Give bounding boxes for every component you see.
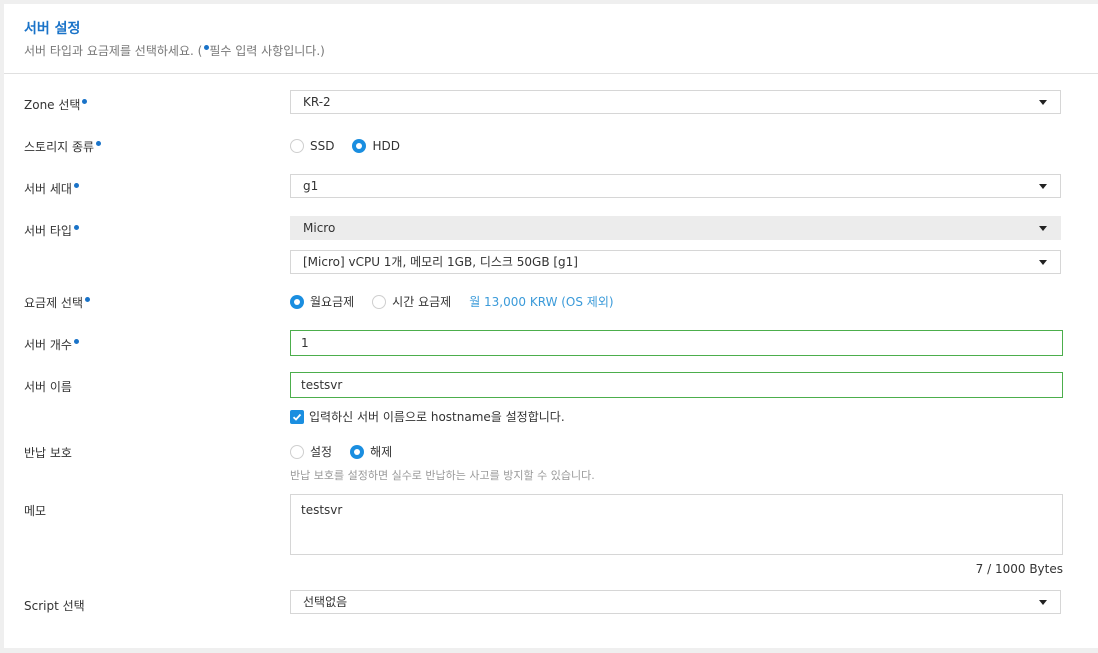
zone-select-value: KR-2: [303, 95, 331, 109]
hostname-checkbox-label[interactable]: 입력하신 서버 이름으로 hostname을 설정합니다.: [309, 408, 565, 425]
plan-radio-group: 월요금제 시간 요금제 월 13,000 KRW (OS 제외): [290, 293, 614, 309]
protection-radio-off[interactable]: [350, 444, 365, 459]
storage-radio-ssd[interactable]: [290, 138, 304, 153]
count-label: 서버 개수: [24, 336, 79, 353]
required-dot-icon: [73, 225, 79, 230]
generation-select[interactable]: g1: [290, 174, 1061, 198]
storage-option-hdd[interactable]: HDD: [372, 139, 400, 153]
protection-radio-on[interactable]: [290, 444, 304, 459]
zone-label-text: Zone 선택: [24, 98, 81, 112]
server-type-select-value: Micro: [303, 221, 336, 235]
hostname-checkbox[interactable]: [290, 409, 304, 424]
required-dot-icon: [73, 183, 79, 188]
required-dot-icon: [96, 141, 102, 146]
subtitle-prefix: 서버 타입과 요금제를 선택하세요. (: [24, 44, 203, 58]
plan-radio-hourly[interactable]: [372, 294, 387, 309]
hostname-checkbox-row: 입력하신 서버 이름으로 hostname을 설정합니다.: [290, 408, 565, 424]
server-type-label: 서버 타입: [24, 222, 79, 239]
zone-select[interactable]: KR-2: [290, 90, 1061, 114]
server-name-input[interactable]: testsvr: [290, 372, 1063, 398]
required-dot-icon: [85, 297, 91, 302]
subtitle-suffix: 필수 입력 사항입니다.): [209, 44, 325, 58]
server-spec-select-value: [Micro] vCPU 1개, 메모리 1GB, 디스크 50GB [g1]: [303, 255, 578, 269]
storage-radio-hdd[interactable]: [352, 138, 367, 153]
panel-header: 서버 설정 서버 타입과 요금제를 선택하세요. ( 필수 입력 사항입니다.): [4, 4, 1098, 74]
storage-label: 스토리지 종류: [24, 138, 102, 155]
memo-byte-count: 7 / 1000 Bytes: [975, 562, 1063, 576]
script-label: Script 선택: [24, 599, 85, 613]
server-type-select[interactable]: Micro: [290, 216, 1061, 240]
memo-label: 메모: [24, 504, 47, 518]
page-title: 서버 설정: [24, 21, 81, 37]
generation-select-value: g1: [303, 179, 319, 193]
storage-radio-group: SSD HDD: [290, 138, 418, 154]
server-settings-panel: 서버 설정 서버 타입과 요금제를 선택하세요. (필수 입력 사항입니다.) …: [4, 4, 1098, 648]
plan-label: 요금제 선택: [24, 294, 91, 311]
plan-label-text: 요금제 선택: [24, 296, 84, 310]
count-label-text: 서버 개수: [24, 338, 72, 352]
checkmark-icon: [292, 413, 302, 421]
protection-option-off[interactable]: 해제: [370, 443, 392, 460]
memo-textarea[interactable]: testsvr: [290, 494, 1063, 555]
required-dot-icon: [82, 99, 88, 104]
zone-label: Zone 선택: [24, 96, 88, 113]
server-name-label: 서버 이름: [24, 380, 72, 394]
caret-down-icon: [1039, 600, 1047, 605]
plan-option-hourly[interactable]: 시간 요금제: [392, 293, 451, 310]
return-protection-radio-group: 설정 해제: [290, 443, 410, 459]
plan-option-monthly[interactable]: 월요금제: [310, 293, 354, 310]
server-count-input[interactable]: 1: [290, 330, 1063, 356]
script-select-value: 선택없음: [303, 595, 348, 609]
caret-down-icon: [1039, 184, 1047, 189]
caret-down-icon: [1039, 226, 1047, 231]
protection-option-on[interactable]: 설정: [310, 443, 332, 460]
page-subtitle: 서버 타입과 요금제를 선택하세요. ( 필수 입력 사항입니다.): [24, 42, 325, 59]
generation-label: 서버 세대: [24, 180, 79, 197]
storage-label-text: 스토리지 종류: [24, 140, 95, 154]
return-protection-hint: 반납 보호를 설정하면 실수로 반납하는 사고를 방지할 수 있습니다.: [290, 469, 595, 482]
caret-down-icon: [1039, 100, 1047, 105]
required-dot-icon: [73, 339, 79, 344]
generation-label-text: 서버 세대: [24, 182, 72, 196]
caret-down-icon: [1039, 260, 1047, 265]
plan-price: 월 13,000 KRW (OS 제외): [469, 295, 614, 309]
return-protection-label: 반납 보호: [24, 446, 72, 460]
storage-option-ssd[interactable]: SSD: [310, 139, 334, 153]
server-spec-select[interactable]: [Micro] vCPU 1개, 메모리 1GB, 디스크 50GB [g1]: [290, 250, 1061, 274]
server-type-label-text: 서버 타입: [24, 224, 72, 238]
plan-radio-monthly[interactable]: [290, 294, 304, 309]
script-select[interactable]: 선택없음: [290, 590, 1061, 614]
